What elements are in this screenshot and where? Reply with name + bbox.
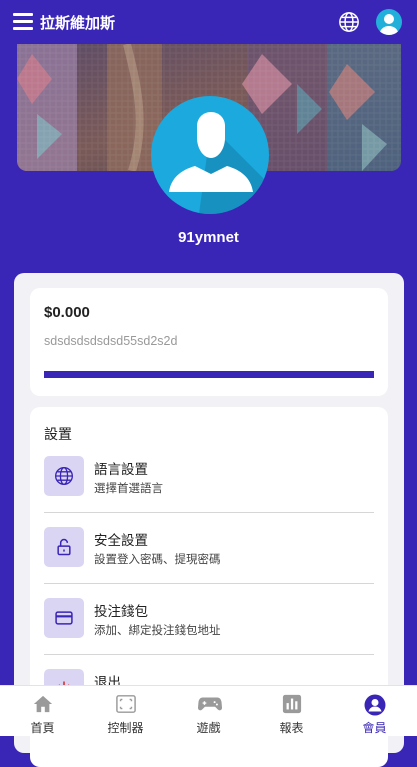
setting-desc: 選擇首選語言 [94,483,163,495]
top-bar: 拉斯維加斯 [0,0,417,44]
nav-item-reports[interactable]: 報表 [250,686,333,736]
profile-avatar[interactable] [151,96,269,214]
setting-desc: 設置登入密碼、提現密碼 [94,554,221,566]
wallet-account-id: sdsdsdsdsdsd55sd2s2d [44,334,178,348]
setting-name: 安全設置 [94,533,148,548]
wallet-progress-fill [44,371,374,378]
security-settings-item[interactable]: 安全設置 設置登入密碼、提現密碼 [44,527,374,598]
betting-wallet-item[interactable]: 投注錢包 添加、綁定投注錢包地址 [44,598,374,669]
divider [44,583,374,584]
user-icon [364,694,386,716]
card-icon [44,598,84,638]
wallet-progress-bar [44,371,374,378]
wallet-balance: $0.000 [44,304,90,321]
nav-label: 首頁 [30,721,55,735]
language-settings-item[interactable]: 語言設置 選擇首選語言 [44,456,374,527]
nav-label: 遊戲 [196,721,221,735]
home-icon [33,695,53,713]
app-title: 拉斯維加斯 [40,15,116,32]
setting-desc: 添加、綁定投注錢包地址 [94,625,221,637]
content-panel: $0.000 sdsdsdsdsdsd55sd2s2d 設置 語言設置 選擇首選… [14,273,404,767]
setting-name: 語言設置 [94,462,148,477]
setting-name: 投注錢包 [94,604,148,619]
nav-item-member[interactable]: 會員 [333,686,416,736]
user-avatar-icon[interactable] [376,9,402,35]
globe-icon[interactable] [338,11,360,33]
settings-title: 設置 [44,426,72,442]
divider [44,654,374,655]
lock-icon [44,527,84,567]
wallet-card: $0.000 sdsdsdsdsdsd55sd2s2d [30,288,388,396]
nav-item-games[interactable]: 遊戲 [167,686,250,736]
chart-icon [282,694,302,714]
nav-item-controller[interactable]: 控制器 [84,686,167,736]
nav-label: 會員 [362,721,387,735]
username: 91ymnet [178,229,239,246]
bottom-nav: 首頁 控制器 遊戲 報表 會員 [0,685,417,736]
divider [44,512,374,513]
gamepad-icon [198,697,222,711]
hamburger-menu-icon[interactable] [13,13,33,30]
controller-icon [116,695,136,713]
nav-item-home[interactable]: 首頁 [1,686,84,736]
nav-label: 報表 [279,721,304,735]
nav-label: 控制器 [107,721,144,735]
globe-icon [44,456,84,496]
